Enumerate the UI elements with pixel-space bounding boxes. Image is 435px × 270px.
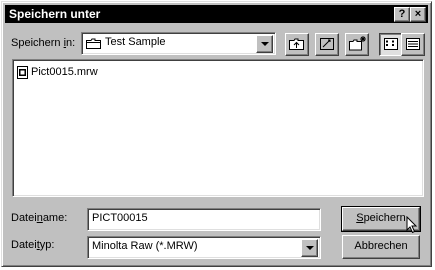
- filetype-dropdown-button[interactable]: [301, 239, 318, 257]
- new-folder-button[interactable]: [315, 33, 339, 56]
- raw-file-icon: [17, 66, 28, 82]
- cancel-button[interactable]: Abbrechen: [342, 235, 420, 259]
- mouse-cursor-icon: [406, 215, 418, 237]
- filename-value: PICT00015: [92, 212, 148, 224]
- folder-up-icon: [289, 37, 305, 54]
- up-one-level-button[interactable]: [285, 33, 309, 56]
- dialog-title: Speichern unter: [9, 7, 101, 21]
- details-view-button[interactable]: [401, 33, 425, 56]
- details-view-icon: [406, 38, 420, 53]
- filetype-dropdown[interactable]: Minolta Raw (*.MRW): [87, 236, 321, 259]
- help-button[interactable]: ?: [394, 7, 410, 22]
- filename-label: Dateiname:: [11, 212, 68, 224]
- list-view-icon: [384, 38, 398, 53]
- list-view-button[interactable]: [379, 33, 403, 56]
- save-in-value: Test Sample: [105, 36, 166, 48]
- save-in-dropdown-button[interactable]: [256, 35, 273, 53]
- save-in-dropdown[interactable]: Test Sample: [81, 32, 276, 55]
- desktop-icon: [319, 37, 335, 54]
- filename-input[interactable]: PICT00015: [87, 208, 321, 231]
- create-folder-button[interactable]: [345, 33, 369, 56]
- save-as-dialog: Speichern unter ? × Speichern in: Test S…: [1, 1, 432, 267]
- filetype-label: Dateityp:: [11, 239, 55, 251]
- new-folder-icon: [349, 36, 366, 54]
- save-in-label: Speichern in:: [11, 37, 76, 49]
- title-bar: Speichern unter ? ×: [5, 5, 428, 23]
- filetype-value: Minolta Raw (*.MRW): [92, 240, 198, 252]
- chevron-down-icon: [306, 246, 314, 250]
- folder-icon: [86, 38, 101, 49]
- close-button[interactable]: ×: [410, 7, 426, 22]
- file-name: Pict0015.mrw: [31, 66, 98, 78]
- chevron-down-icon: [261, 42, 269, 46]
- file-list[interactable]: Pict0015.mrw: [12, 59, 424, 197]
